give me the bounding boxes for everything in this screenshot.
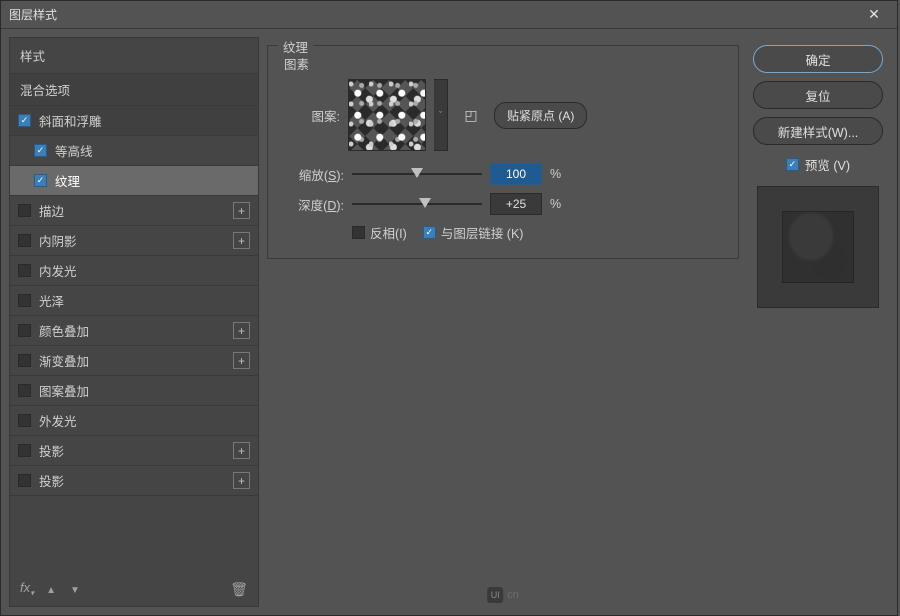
titlebar: 图层样式 ✕	[1, 1, 897, 29]
checkbox-icon[interactable]	[18, 324, 31, 337]
elements-legend: 图素	[280, 54, 726, 73]
style-item[interactable]: 外发光	[10, 406, 258, 436]
new-style-button[interactable]: 新建样式(W)...	[753, 117, 883, 145]
pattern-dropdown-icon[interactable]: ˇ	[434, 79, 448, 151]
add-effect-icon[interactable]: +	[233, 202, 250, 219]
style-item[interactable]: 内发光	[10, 256, 258, 286]
add-effect-icon[interactable]: +	[233, 232, 250, 249]
depth-row: 深度(D): %	[280, 193, 726, 215]
style-item-label: 纹理	[55, 171, 250, 190]
checkbox-icon[interactable]: ✓	[34, 174, 47, 187]
checkbox-icon[interactable]	[18, 444, 31, 457]
window-title: 图层样式	[9, 6, 859, 23]
style-item[interactable]: 渐变叠加+	[10, 346, 258, 376]
checkbox-icon[interactable]	[18, 354, 31, 367]
styles-sidebar: 样式 混合选项 ✓斜面和浮雕✓等高线✓纹理描边+内阴影+内发光光泽颜色叠加+渐变…	[9, 37, 259, 607]
style-item-label: 斜面和浮雕	[39, 111, 250, 130]
depth-slider[interactable]	[352, 196, 482, 212]
snap-origin-button[interactable]: 贴紧原点 (A)	[494, 102, 587, 129]
checkbox-icon: ✓	[786, 158, 799, 171]
checkbox-icon[interactable]	[18, 204, 31, 217]
sidebar-header[interactable]: 样式	[10, 38, 258, 74]
main-area: 纹理 图素 图案: ˇ ◰ 贴紧原点 (A) 缩放(S):	[267, 37, 889, 607]
style-item-label: 颜色叠加	[39, 321, 233, 340]
pattern-swatch[interactable]	[348, 79, 426, 151]
reset-button[interactable]: 复位	[753, 81, 883, 109]
add-effect-icon[interactable]: +	[233, 322, 250, 339]
preview-box	[757, 186, 879, 308]
checkbox-icon[interactable]	[18, 384, 31, 397]
style-item-label: 外发光	[39, 411, 250, 430]
add-effect-icon[interactable]: +	[233, 472, 250, 489]
style-item[interactable]: ✓ 等高线	[10, 136, 258, 166]
scale-unit: %	[550, 167, 561, 181]
style-item[interactable]: 投影+	[10, 466, 258, 496]
depth-label: 深度(D):	[280, 195, 344, 214]
style-item[interactable]: 描边+	[10, 196, 258, 226]
fieldset-legend: 纹理	[278, 37, 313, 56]
sidebar-footer: fx▾ ▲ ▼ 🗑	[10, 572, 258, 606]
close-icon[interactable]: ✕	[859, 6, 889, 23]
layer-style-dialog: 图层样式 ✕ 样式 混合选项 ✓斜面和浮雕✓等高线✓纹理描边+内阴影+内发光光泽…	[0, 0, 898, 616]
preview-swatch	[782, 211, 854, 283]
checkbox-row: 反相(I) ✓ 与图层链接 (K)	[352, 223, 726, 242]
style-item-label: 投影	[39, 471, 233, 490]
style-item-label: 描边	[39, 201, 233, 220]
style-item-label: 图案叠加	[39, 381, 250, 400]
sidebar-blend-options[interactable]: 混合选项	[10, 74, 258, 106]
style-item[interactable]: ✓ 斜面和浮雕	[10, 106, 258, 136]
right-column: 确定 复位 新建样式(W)... ✓ 预览 (V)	[747, 37, 889, 607]
checkbox-icon: ✓	[423, 226, 436, 239]
scale-label: 缩放(S):	[280, 165, 344, 184]
settings-panel: 纹理 图素 图案: ˇ ◰ 贴紧原点 (A) 缩放(S):	[267, 37, 739, 607]
checkbox-icon[interactable]	[18, 414, 31, 427]
invert-checkbox[interactable]: 反相(I)	[352, 223, 407, 242]
style-item-label: 光泽	[39, 291, 250, 310]
style-item-label: 内阴影	[39, 231, 233, 250]
depth-input[interactable]	[490, 193, 542, 215]
new-preset-icon[interactable]: ◰	[460, 104, 482, 126]
move-down-icon[interactable]: ▼	[68, 580, 82, 598]
depth-unit: %	[550, 197, 561, 211]
style-item-label: 渐变叠加	[39, 351, 233, 370]
add-effect-icon[interactable]: +	[233, 352, 250, 369]
style-item-label: 投影	[39, 441, 233, 460]
style-item-label: 内发光	[39, 261, 250, 280]
checkbox-icon[interactable]: ✓	[18, 114, 31, 127]
checkbox-icon[interactable]	[18, 294, 31, 307]
style-item[interactable]: 内阴影+	[10, 226, 258, 256]
style-item[interactable]: 颜色叠加+	[10, 316, 258, 346]
add-effect-icon[interactable]: +	[233, 442, 250, 459]
style-item[interactable]: 图案叠加	[10, 376, 258, 406]
link-layer-checkbox[interactable]: ✓ 与图层链接 (K)	[423, 223, 524, 242]
preview-checkbox[interactable]: ✓ 预览 (V)	[786, 155, 850, 174]
ui-logo-icon: UI	[487, 587, 503, 603]
ok-button[interactable]: 确定	[753, 45, 883, 73]
fx-menu-icon[interactable]: fx▾	[20, 580, 34, 598]
style-item-label: 等高线	[55, 141, 250, 160]
scale-slider[interactable]	[352, 166, 482, 182]
texture-fieldset: 纹理 图素 图案: ˇ ◰ 贴紧原点 (A) 缩放(S):	[267, 45, 739, 259]
pattern-row: 图案: ˇ ◰ 贴紧原点 (A)	[280, 79, 726, 151]
scale-row: 缩放(S): %	[280, 163, 726, 185]
watermark: UI cn	[487, 587, 519, 603]
style-item[interactable]: 光泽	[10, 286, 258, 316]
checkbox-icon[interactable]: ✓	[34, 144, 47, 157]
pattern-label: 图案:	[280, 106, 340, 125]
checkbox-icon[interactable]	[18, 234, 31, 247]
move-up-icon[interactable]: ▲	[44, 580, 58, 598]
content-area: 样式 混合选项 ✓斜面和浮雕✓等高线✓纹理描边+内阴影+内发光光泽颜色叠加+渐变…	[1, 29, 897, 615]
checkbox-icon[interactable]	[18, 474, 31, 487]
checkbox-icon	[352, 226, 365, 239]
style-item[interactable]: ✓ 纹理	[10, 166, 258, 196]
trash-icon[interactable]: 🗑	[230, 581, 248, 598]
style-item[interactable]: 投影+	[10, 436, 258, 466]
scale-input[interactable]	[490, 163, 542, 185]
checkbox-icon[interactable]	[18, 264, 31, 277]
style-list: ✓斜面和浮雕✓等高线✓纹理描边+内阴影+内发光光泽颜色叠加+渐变叠加+图案叠加外…	[10, 106, 258, 496]
